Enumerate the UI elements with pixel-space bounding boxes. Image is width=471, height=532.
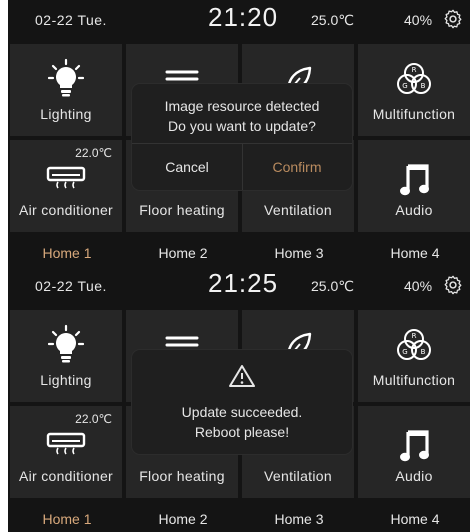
tile-air-conditioner[interactable]: 22.0℃ Air conditioner	[10, 406, 122, 498]
temperature-label: 25.0℃	[311, 12, 354, 28]
humidity-label: 40%	[404, 278, 433, 294]
ac-icon	[46, 432, 86, 455]
dialog-message-line1: Image resource detected	[164, 98, 320, 114]
tile-multifunction[interactable]: RG B Multifunction	[358, 44, 470, 136]
music-note-icon	[400, 164, 429, 196]
ac-temperature: 22.0℃	[75, 412, 112, 426]
screen-2: 02-22 Tue. 21:25 25.0℃ 40% Lighting R G …	[8, 266, 470, 532]
update-success-dialog: Update succeeded. Reboot please!	[132, 350, 352, 454]
date-label: 02-22 Tue.	[35, 278, 107, 294]
warning-icon	[229, 365, 255, 387]
rgb-icon: RG B	[397, 329, 431, 360]
svg-text:B: B	[421, 82, 426, 90]
dialog-message-line2: Do you want to update?	[168, 118, 316, 134]
tile-audio[interactable]: Audio	[358, 140, 470, 232]
tab-home-1[interactable]: Home 1	[10, 245, 124, 261]
svg-text:R: R	[412, 66, 417, 74]
tile-lighting[interactable]: Lighting	[10, 44, 122, 136]
tile-audio[interactable]: Audio	[358, 406, 470, 498]
tab-home-2[interactable]: Home 2	[126, 511, 240, 527]
dialog-message-line2: Reboot please!	[194, 424, 290, 440]
update-dialog: Image resource detected Do you want to u…	[132, 84, 352, 190]
tile-label: Floor heating	[139, 468, 225, 484]
gear-icon[interactable]	[442, 8, 464, 30]
home-tabs: Home 1 Home 2 Home 3 Home 4	[8, 238, 470, 266]
tile-label: Ventilation	[264, 202, 332, 218]
rgb-icon: RG B	[397, 63, 431, 94]
cancel-button[interactable]: Cancel	[132, 144, 243, 190]
tile-label: Lighting	[40, 106, 92, 122]
tile-label: Audio	[395, 202, 433, 218]
gear-icon[interactable]	[442, 274, 464, 296]
tab-home-2[interactable]: Home 2	[126, 245, 240, 261]
tab-home-4[interactable]: Home 4	[358, 511, 471, 527]
status-bar: 02-22 Tue. 21:20 25.0℃ 40%	[8, 0, 470, 40]
tile-label: Ventilation	[264, 468, 332, 484]
tile-label: Air conditioner	[19, 468, 113, 484]
temperature-label: 25.0℃	[311, 278, 354, 294]
tile-label: Floor heating	[139, 202, 225, 218]
humidity-label: 40%	[404, 12, 433, 28]
ac-icon	[46, 166, 86, 189]
svg-text:G: G	[402, 82, 407, 90]
clock: 21:20	[208, 2, 279, 32]
tile-label: Multifunction	[372, 372, 456, 388]
dialog-message-line1: Update succeeded.	[181, 404, 303, 420]
tile-label: Multifunction	[372, 106, 456, 122]
status-bar: 02-22 Tue. 21:25 25.0℃ 40%	[8, 266, 470, 306]
tile-label: Air conditioner	[19, 202, 113, 218]
music-note-icon	[400, 430, 429, 462]
bulb-icon	[48, 58, 84, 97]
clock: 21:25	[208, 268, 279, 298]
bulb-icon	[48, 324, 84, 363]
tile-air-conditioner[interactable]: 22.0℃ Air conditioner	[10, 140, 122, 232]
confirm-button[interactable]: Confirm	[242, 144, 352, 190]
tab-home-3[interactable]: Home 3	[242, 245, 356, 261]
date-label: 02-22 Tue.	[35, 12, 107, 28]
home-tabs: Home 1 Home 2 Home 3 Home 4	[8, 504, 470, 532]
svg-text:B: B	[421, 348, 426, 356]
tile-label: Audio	[395, 468, 433, 484]
svg-text:G: G	[402, 348, 407, 356]
tile-label: Lighting	[40, 372, 92, 388]
dialog-buttons: Cancel Confirm	[132, 143, 352, 190]
tile-multifunction[interactable]: RG B Multifunction	[358, 310, 470, 402]
tab-home-1[interactable]: Home 1	[10, 511, 124, 527]
tab-home-4[interactable]: Home 4	[358, 245, 471, 261]
ac-temperature: 22.0℃	[75, 146, 112, 160]
tab-home-3[interactable]: Home 3	[242, 511, 356, 527]
svg-text:R: R	[412, 332, 417, 340]
screen-1: 02-22 Tue. 21:20 25.0℃ 40% Lighting R G …	[8, 0, 470, 266]
tile-lighting[interactable]: Lighting	[10, 310, 122, 402]
